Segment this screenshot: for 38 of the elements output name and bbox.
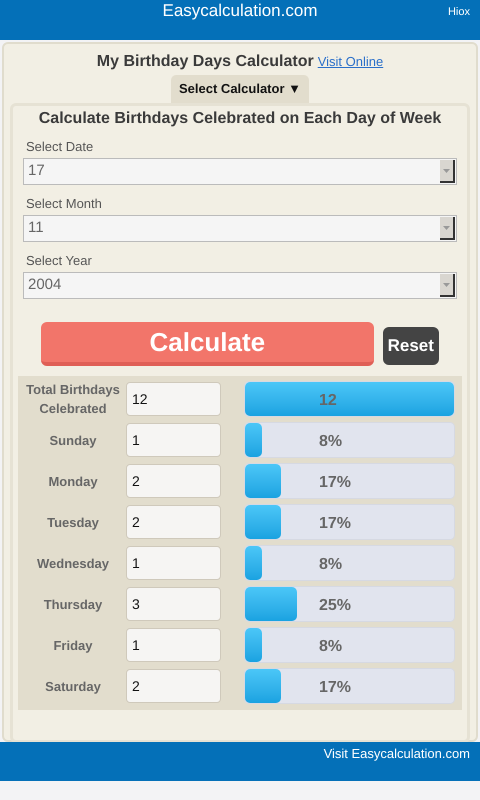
- select-field[interactable]: 11: [23, 215, 457, 242]
- select-calculator-button[interactable]: Select Calculator ▼: [171, 75, 309, 103]
- count-field[interactable]: 2: [126, 669, 221, 703]
- count-field[interactable]: 3: [126, 587, 221, 621]
- select-field[interactable]: 17: [23, 158, 457, 185]
- day-label: Thursday: [44, 596, 102, 612]
- day-label: Sunday: [50, 432, 96, 448]
- field-label: Select Date: [26, 139, 94, 154]
- day-label: Saturday: [45, 678, 101, 694]
- day-label: Total Birthdays Celebrated: [26, 382, 120, 416]
- hiox-link[interactable]: Hiox: [448, 4, 470, 20]
- count-field[interactable]: 1: [126, 423, 221, 457]
- percentage-reading: 17%: [319, 678, 352, 698]
- count-field[interactable]: 12: [126, 382, 221, 416]
- percentage-reading: 8%: [319, 555, 342, 575]
- count-field[interactable]: 1: [126, 546, 221, 580]
- visit-site-link[interactable]: Visit Easycalculation.com: [324, 744, 470, 781]
- count-field[interactable]: 1: [126, 628, 221, 662]
- day-label: Friday: [53, 638, 92, 652]
- percentage-reading: 17%: [319, 473, 352, 493]
- visit-online-link[interactable]: Visit Online: [318, 52, 384, 72]
- reset-button[interactable]: Reset: [382, 327, 439, 365]
- day-label: Monday: [48, 474, 98, 488]
- form-heading: Calculate Birthdays Celebrated on Each Day of Week: [38, 110, 442, 127]
- calculator-title: My Birthday Days Calculator: [96, 52, 314, 72]
- count-field[interactable]: 2: [126, 464, 221, 498]
- percentage-reading: 8%: [319, 637, 342, 657]
- field-label: Select Month: [26, 196, 102, 211]
- percentage-reading: 25%: [319, 596, 352, 616]
- count-field[interactable]: 2: [126, 505, 221, 539]
- select-field[interactable]: 2004: [23, 272, 457, 299]
- percentage-reading: 8%: [319, 432, 342, 452]
- day-label: Wednesday: [36, 556, 109, 570]
- site-title: Easycalculation.com: [162, 1, 318, 20]
- percentage-reading: 12: [319, 391, 337, 411]
- day-label: Tuesday: [47, 514, 99, 530]
- field-label: Select Year: [26, 253, 92, 268]
- percentage-reading: 17%: [319, 514, 352, 534]
